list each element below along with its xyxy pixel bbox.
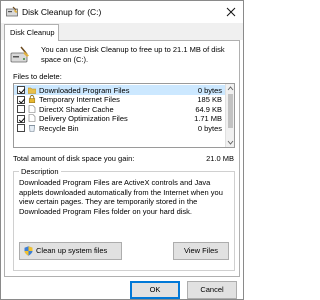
- list-scrollbar[interactable]: [225, 84, 234, 147]
- file-name: Temporary Internet Files: [39, 95, 120, 104]
- window-title: Disk Cleanup for (C:): [22, 7, 102, 17]
- file-size: 1.71 MB: [194, 114, 222, 123]
- list-item-directx-shader-cache[interactable]: DirectX Shader Cache 64.9 KB: [14, 104, 226, 114]
- scroll-down-arrow-icon[interactable]: [227, 139, 234, 146]
- title-bar: Disk Cleanup for (C:): [1, 1, 243, 23]
- close-icon[interactable]: [223, 4, 239, 20]
- total-space-label: Total amount of disk space you gain:: [13, 154, 135, 163]
- file-icon: [28, 114, 36, 122]
- ok-button[interactable]: OK: [130, 281, 180, 299]
- shield-icon: [24, 246, 33, 256]
- list-item-delivery-optimization-files[interactable]: Delivery Optimization Files 1.71 MB: [14, 114, 226, 123]
- files-list[interactable]: Downloaded Program Files 0 bytes Tempora…: [13, 83, 235, 148]
- list-item-downloaded-program-files[interactable]: Downloaded Program Files 0 bytes: [14, 85, 226, 95]
- description-text: Downloaded Program Files are ActiveX con…: [19, 178, 223, 216]
- file-size: 64.9 KB: [195, 104, 222, 114]
- file-name: Downloaded Program Files: [39, 85, 130, 95]
- clean-up-system-files-button[interactable]: Clean up system files: [19, 242, 122, 260]
- file-name: DirectX Shader Cache: [39, 104, 114, 114]
- file-name: Delivery Optimization Files: [39, 114, 128, 123]
- clean-up-system-files-label: Clean up system files: [36, 246, 108, 255]
- disk-cleanup-icon: [6, 6, 18, 17]
- list-item-recycle-bin[interactable]: Recycle Bin 0 bytes: [14, 123, 226, 133]
- intro-text: You can use Disk Cleanup to free up to 2…: [41, 45, 225, 64]
- scroll-thumb[interactable]: [228, 94, 233, 128]
- tab-disk-cleanup[interactable]: Disk Cleanup: [4, 24, 59, 41]
- total-space-value: 21.0 MB: [206, 154, 234, 163]
- recycle-bin-icon: [28, 124, 36, 132]
- scroll-up-arrow-icon[interactable]: [227, 85, 234, 92]
- list-item-temporary-internet-files[interactable]: Temporary Internet Files 185 KB: [14, 95, 226, 104]
- description-title: Description: [19, 167, 61, 176]
- view-files-button[interactable]: View Files: [173, 242, 229, 260]
- disk-cleanup-window: Disk Cleanup for (C:) Disk Cleanup You c…: [0, 0, 244, 300]
- checkbox-temporary-internet-files[interactable]: [17, 95, 26, 104]
- checkbox-delivery-optimization-files[interactable]: [17, 114, 26, 123]
- file-name: Recycle Bin: [39, 123, 79, 133]
- checkbox-directx-shader-cache[interactable]: [17, 105, 25, 113]
- checkbox-downloaded-program-files[interactable]: [17, 86, 26, 94]
- file-size: 0 bytes: [197, 85, 222, 95]
- file-icon: [28, 104, 36, 113]
- lock-icon: [28, 95, 36, 103]
- folder-icon: [27, 86, 37, 94]
- file-size: 185 KB: [197, 95, 222, 104]
- cancel-button[interactable]: Cancel: [187, 281, 237, 299]
- disk-cleanup-large-icon: [10, 46, 30, 64]
- checkbox-recycle-bin[interactable]: [17, 124, 25, 132]
- file-size: 0 bytes: [197, 123, 222, 133]
- files-to-delete-label: Files to delete:: [13, 72, 62, 81]
